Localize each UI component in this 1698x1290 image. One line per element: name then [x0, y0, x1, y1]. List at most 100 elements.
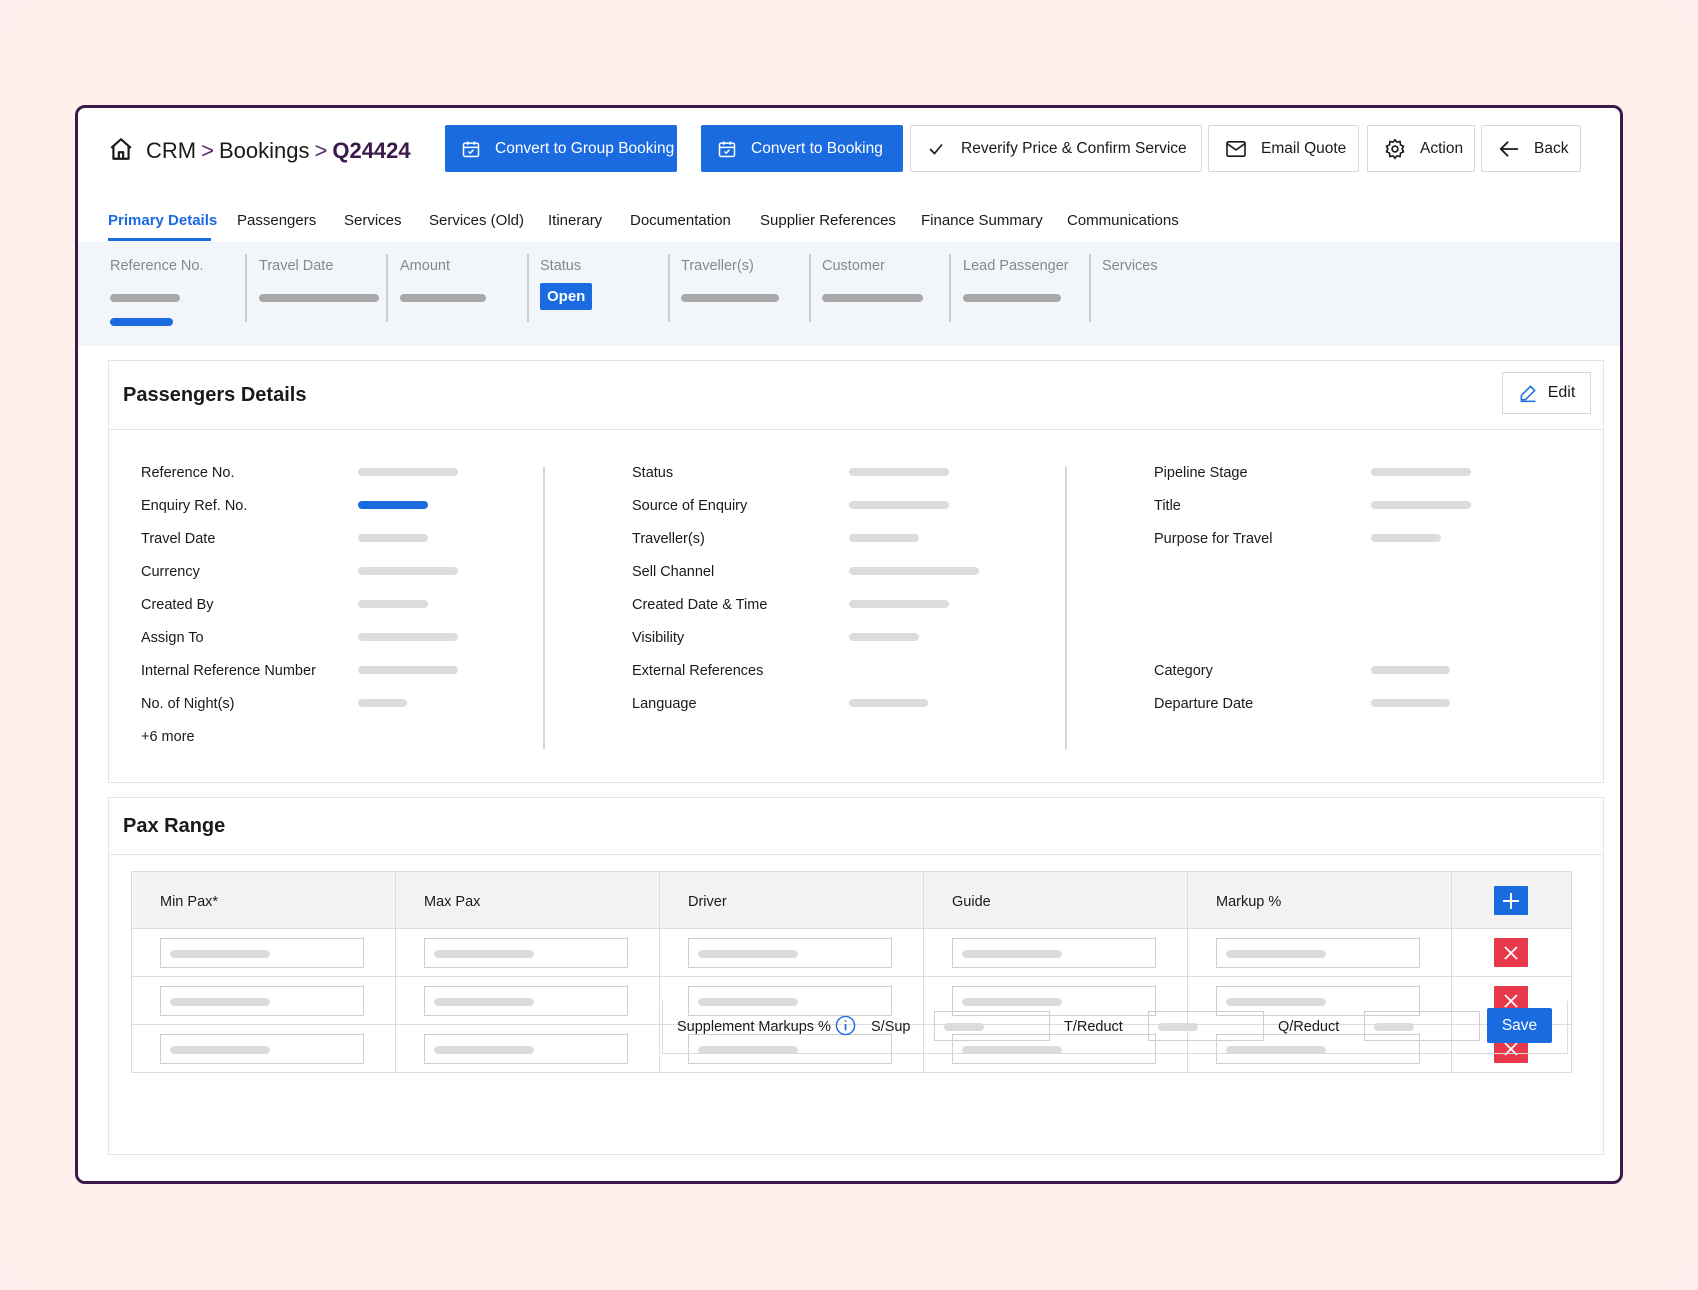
- breadcrumb: CRM > Bookings > Q24424: [146, 138, 411, 164]
- show-more-link[interactable]: +6 more: [141, 729, 195, 745]
- table-cell: [660, 929, 924, 977]
- tab-primary-details[interactable]: Primary Details: [108, 212, 217, 229]
- tab-services[interactable]: Services: [344, 212, 402, 229]
- placeholder-value: [1371, 666, 1450, 674]
- tab-services-old[interactable]: Services (Old): [429, 212, 524, 229]
- action-label: Action: [1420, 139, 1464, 157]
- placeholder-value: [170, 998, 270, 1006]
- q-reduct-input[interactable]: [1364, 1011, 1480, 1041]
- info-icon[interactable]: [835, 1015, 856, 1036]
- tab-finance-summary[interactable]: Finance Summary: [921, 212, 1043, 229]
- convert-to-group-booking-label: Convert to Group Booking: [495, 139, 675, 157]
- driver-input[interactable]: [688, 938, 892, 968]
- back-button[interactable]: Back: [1481, 125, 1581, 172]
- field-label: Purpose for Travel: [1154, 531, 1273, 547]
- summary-strip: Reference No. Travel Date Amount Status …: [78, 242, 1620, 346]
- check-icon: [929, 143, 943, 155]
- s-sup-label: S/Sup: [871, 1019, 911, 1035]
- plus-icon: [1503, 892, 1519, 909]
- convert-to-booking-button[interactable]: Convert to Booking: [701, 125, 903, 172]
- placeholder-link[interactable]: [358, 501, 428, 509]
- placeholder-value: [358, 699, 407, 707]
- tab-communications[interactable]: Communications: [1067, 212, 1179, 229]
- field-label: Visibility: [632, 630, 685, 646]
- divider: [668, 254, 670, 322]
- convert-to-group-booking-button[interactable]: Convert to Group Booking: [445, 125, 677, 172]
- pax-range-card: Pax Range Min Pax* Max Pax Driver Guide …: [108, 797, 1604, 1155]
- field-label: Pipeline Stage: [1154, 465, 1248, 481]
- min-pax-input[interactable]: [160, 986, 364, 1016]
- divider: [386, 254, 388, 322]
- tab-passengers[interactable]: Passengers: [237, 212, 316, 229]
- summary-label: Status: [540, 258, 582, 274]
- supplement-markups-label: Supplement Markups %: [677, 1019, 831, 1035]
- placeholder-value: [358, 666, 458, 674]
- app-window: CRM > Bookings > Q24424 Convert to Group Boo…: [75, 105, 1623, 1184]
- placeholder-value: [434, 950, 534, 958]
- placeholder-value: [1371, 699, 1450, 707]
- s-sup-input[interactable]: [934, 1011, 1050, 1041]
- guide-input[interactable]: [952, 938, 1156, 968]
- tab-documentation[interactable]: Documentation: [630, 212, 731, 229]
- pencil-icon: [1520, 385, 1536, 403]
- save-button[interactable]: Save: [1487, 1008, 1552, 1043]
- min-pax-input[interactable]: [160, 938, 364, 968]
- table-cell: [924, 929, 1188, 977]
- arrow-left-icon: [1499, 140, 1519, 157]
- reverify-price-button[interactable]: Reverify Price & Confirm Service: [910, 125, 1202, 172]
- status-badge: Open: [540, 283, 593, 310]
- card-header: Pax Range: [109, 798, 1603, 855]
- email-quote-button[interactable]: Email Quote: [1208, 125, 1359, 172]
- email-quote-label: Email Quote: [1261, 139, 1347, 157]
- placeholder-value: [1371, 501, 1471, 509]
- t-reduct-input[interactable]: [1148, 1011, 1264, 1041]
- markup-input[interactable]: [1216, 938, 1420, 968]
- back-label: Back: [1534, 139, 1569, 157]
- divider: [1089, 254, 1091, 322]
- field-label: Source of Enquiry: [632, 498, 748, 514]
- divider: [949, 254, 951, 322]
- add-row-button[interactable]: [1494, 886, 1528, 915]
- placeholder-value: [434, 998, 534, 1006]
- divider: [527, 254, 529, 322]
- column-divider: [543, 467, 545, 749]
- placeholder-value: [1371, 534, 1441, 542]
- home-icon[interactable]: [108, 136, 134, 162]
- breadcrumb-bookings[interactable]: Bookings: [219, 138, 310, 163]
- table-cell: [1188, 929, 1452, 977]
- action-button[interactable]: Action: [1367, 125, 1475, 172]
- edit-button[interactable]: Edit: [1502, 372, 1591, 414]
- mail-icon: [1226, 140, 1246, 157]
- max-pax-input[interactable]: [424, 1034, 628, 1064]
- max-pax-input[interactable]: [424, 986, 628, 1016]
- field-label: Travel Date: [141, 531, 216, 547]
- tab-supplier-references[interactable]: Supplier References: [760, 212, 896, 229]
- tab-itinerary[interactable]: Itinerary: [548, 212, 602, 229]
- placeholder-link[interactable]: [110, 318, 173, 326]
- column-header-label: Max Pax: [424, 894, 481, 910]
- summary-label: Traveller(s): [681, 258, 754, 274]
- max-pax-input[interactable]: [424, 938, 628, 968]
- table-cell: [131, 1025, 396, 1073]
- card-title: Pax Range: [123, 815, 226, 837]
- calendar-icon: [462, 141, 480, 157]
- close-icon: [1504, 945, 1518, 960]
- field-label: Created By: [141, 597, 214, 613]
- column-divider: [1065, 467, 1067, 749]
- delete-row-button[interactable]: [1494, 938, 1528, 967]
- convert-to-booking-label: Convert to Booking: [751, 139, 883, 157]
- placeholder-value: [849, 468, 949, 476]
- placeholder-value: [400, 294, 486, 302]
- placeholder-value: [849, 699, 928, 707]
- placeholder-value: [962, 950, 1062, 958]
- placeholder-value: [822, 294, 923, 302]
- min-pax-input[interactable]: [160, 1034, 364, 1064]
- summary-label: Travel Date: [259, 258, 334, 274]
- breadcrumb-separator: >: [314, 138, 328, 163]
- placeholder-value: [849, 567, 979, 575]
- gear-icon: [1385, 138, 1405, 159]
- breadcrumb-crm[interactable]: CRM: [146, 138, 196, 163]
- breadcrumb-separator: >: [201, 138, 214, 163]
- field-label: Internal Reference Number: [141, 663, 316, 679]
- header: CRM > Bookings > Q24424 Convert to Group Boo…: [78, 108, 1620, 190]
